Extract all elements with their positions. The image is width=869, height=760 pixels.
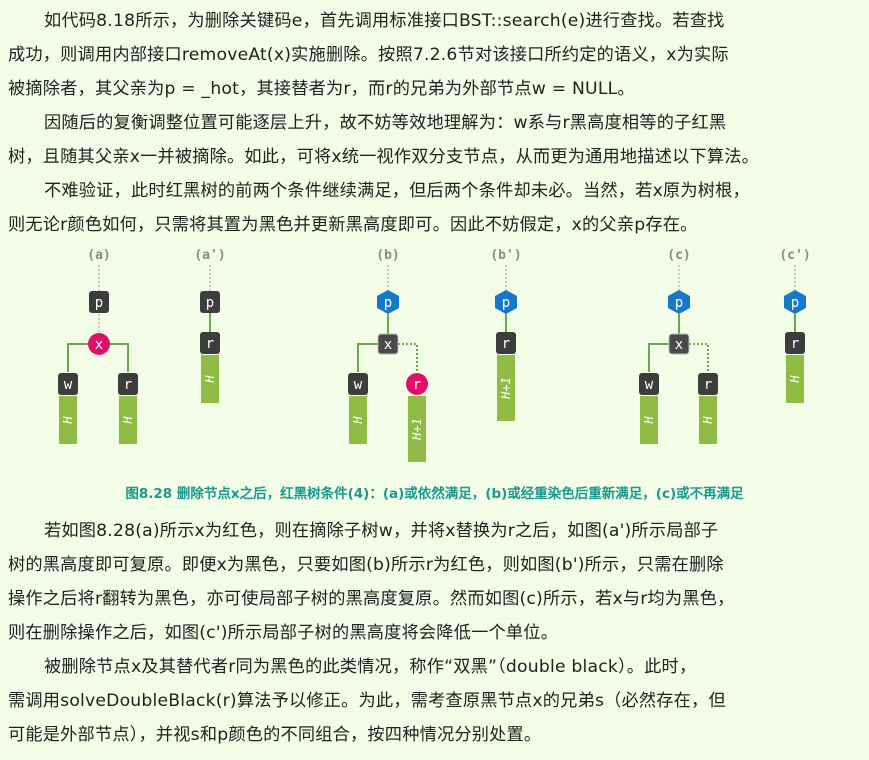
node-r-label: r bbox=[206, 336, 214, 352]
node-r-label: r bbox=[791, 336, 799, 352]
subtree-height: H bbox=[203, 375, 217, 384]
paragraph-line: 需调用solveDoubleBlack(r)算法予以修正。为此，需考查原黑节点x… bbox=[8, 691, 726, 711]
paragraph-4: 若如图8.28(a)所示x为红色，则在摘除子树w，并将x替换为r之后，如图(a'… bbox=[8, 514, 861, 650]
edge bbox=[689, 343, 709, 372]
node-r-label: r bbox=[704, 377, 712, 393]
node-r-label: r bbox=[124, 377, 132, 393]
edge bbox=[648, 343, 669, 372]
figure-caption: 图8.28 删除节点x之后，红黑树条件(4)：(a)或依然满足，(b)或经重染色… bbox=[125, 486, 744, 502]
node-p-label: p bbox=[384, 295, 392, 311]
paragraph-line: 操作之后将r翻转为黑色，亦可使局部子树的黑高度复原。然而如图(c)所示，若x与r… bbox=[8, 589, 735, 609]
paragraph-1: 如代码8.18所示，为删除关键码e，首先调用标准接口BST::search(e)… bbox=[8, 4, 861, 106]
node-p-label: p bbox=[206, 295, 214, 311]
label-b-prime: (b') bbox=[490, 248, 521, 263]
node-p-label: p bbox=[502, 295, 510, 311]
node-x-label: x bbox=[675, 337, 683, 353]
subtree-height: H bbox=[121, 416, 135, 425]
paragraph-line: 若如图8.28(a)所示x为红色，则在摘除子树w，并将x替换为r之后，如图(a'… bbox=[44, 521, 719, 541]
label-a: (a) bbox=[87, 248, 110, 263]
label-c: (c) bbox=[667, 248, 690, 263]
paragraph-line: 则无论r颜色如何，只需将其置为黑色并更新黑高度即可。因此不妨假定，x的父亲p存在… bbox=[8, 215, 698, 235]
figure-8-28: (a) p x w r H H (a') p r H (b) p x w r H… bbox=[58, 248, 811, 462]
paragraph-line: 不难验证，此时红黑树的前两个条件继续满足，但后两个条件却未必。当然，若x原为树根… bbox=[44, 181, 750, 201]
paragraph-line: 如代码8.18所示，为删除关键码e，首先调用标准接口BST::search(e)… bbox=[44, 11, 725, 31]
node-r-label: r bbox=[502, 336, 510, 352]
paragraph-5: 被删除节点x及其替代者r同为黑色的此类情况，称作“双黑”（double blac… bbox=[8, 650, 861, 752]
paragraph-2: 因随后的复衡调整位置可能逐层上升，故不妨等效地理解为：w系与r黑高度相等的子红黑… bbox=[8, 106, 861, 174]
paragraph-line: 成功，则调用内部接口removeAt(x)实施删除。按照7.2.6节对该接口所约… bbox=[8, 45, 729, 65]
subtree-height: H bbox=[701, 416, 715, 425]
paragraph-line: 因随后的复衡调整位置可能逐层上升，故不妨等效地理解为：w系与r黑高度相等的子红黑 bbox=[44, 113, 727, 133]
node-r-label: r bbox=[413, 377, 421, 393]
edge bbox=[357, 343, 378, 372]
paragraph-line: 可能是外部节点），并视s和p颜色的不同组合，按四种情况分别处置。 bbox=[8, 725, 542, 745]
node-p-label: p bbox=[675, 295, 683, 311]
node-p-label: p bbox=[791, 295, 799, 311]
edge bbox=[109, 343, 129, 372]
label-c-prime: (c') bbox=[779, 248, 810, 263]
edge bbox=[67, 343, 89, 372]
paragraph-line: 树，且随其父亲x一并被摘除。如此，可将x统一视作双分支节点，从而更为通用地描述以… bbox=[8, 147, 760, 167]
paragraph-line: 则在删除操作之后，如图(c')所示局部子树的黑高度将会降低一个单位。 bbox=[8, 623, 559, 643]
node-x-label: x bbox=[95, 337, 103, 353]
edge bbox=[398, 343, 418, 372]
node-w-label: w bbox=[64, 377, 73, 393]
node-w-label: w bbox=[645, 377, 654, 393]
node-x-label: x bbox=[384, 337, 392, 353]
node-p-label: p bbox=[95, 295, 103, 311]
paragraph-line: 被摘除者，其父亲为p = _hot，其接替者为r，而r的兄弟为外部节点w = N… bbox=[8, 79, 635, 99]
subtree-height: H+1 bbox=[410, 418, 424, 441]
paragraph-line: 树的黑高度即可复原。即便x为黑色，只要如图(b)所示r为红色，则如图(b')所示… bbox=[8, 555, 724, 575]
label-a-prime: (a') bbox=[194, 248, 225, 263]
subtree-height: H bbox=[788, 375, 802, 384]
subtree-height: H bbox=[61, 416, 75, 425]
node-w-label: w bbox=[354, 377, 363, 393]
textbook-page: 如代码8.18所示，为删除关键码e，首先调用标准接口BST::search(e)… bbox=[0, 0, 869, 760]
subtree-height: H+1 bbox=[499, 377, 513, 400]
paragraph-line: 被删除节点x及其替代者r同为黑色的此类情况，称作“双黑”（double blac… bbox=[44, 657, 697, 677]
label-b: (b) bbox=[376, 248, 399, 263]
subtree-height: H bbox=[642, 416, 656, 425]
paragraph-3: 不难验证，此时红黑树的前两个条件继续满足，但后两个条件却未必。当然，若x原为树根… bbox=[8, 174, 861, 242]
subtree-height: H bbox=[351, 416, 365, 425]
